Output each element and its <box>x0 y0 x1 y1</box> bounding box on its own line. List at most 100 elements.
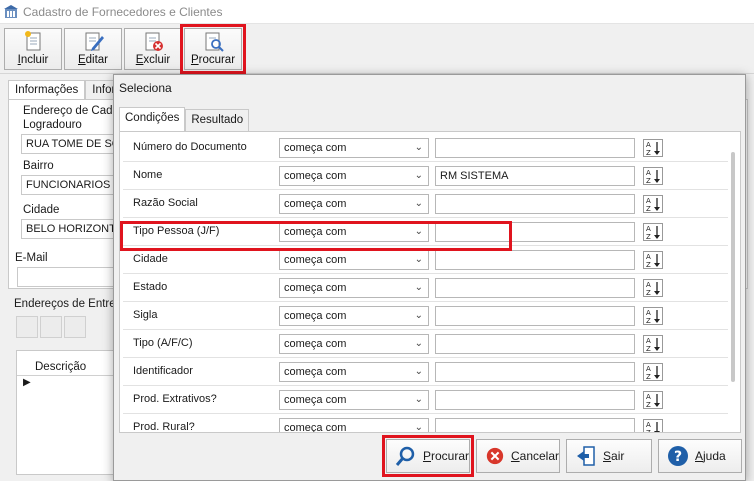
building-icon <box>4 4 18 18</box>
svg-text:A: A <box>646 253 651 261</box>
logradouro-label: Logradouro <box>23 119 82 131</box>
condition-value-input[interactable] <box>435 278 635 298</box>
svg-text:Z: Z <box>646 345 651 353</box>
tab-resultado[interactable]: Resultado <box>185 109 250 131</box>
operator-select[interactable]: começa com ⌄ <box>279 278 429 298</box>
operator-value: começa com <box>284 282 347 294</box>
incluir-button[interactable]: Incluir <box>4 28 62 70</box>
sort-az-icon[interactable]: AZ <box>643 307 663 325</box>
operator-select[interactable]: começa com ⌄ <box>279 306 429 326</box>
condition-field-label: Prod. Rural? <box>133 421 195 432</box>
operator-select[interactable]: começa com ⌄ <box>279 166 429 186</box>
condition-field-label: Estado <box>133 281 168 293</box>
operator-value: começa com <box>284 226 347 238</box>
condition-field-label: Tipo Pessoa (J/F) <box>133 225 220 237</box>
chevron-down-icon: ⌄ <box>414 366 423 377</box>
condition-value-input[interactable] <box>435 390 635 410</box>
svg-text:Z: Z <box>646 429 651 432</box>
operator-select[interactable]: começa com ⌄ <box>279 194 429 214</box>
new-document-icon <box>25 31 41 51</box>
sort-az-icon[interactable]: AZ <box>643 251 663 269</box>
operator-select[interactable]: começa com ⌄ <box>279 390 429 410</box>
main-toolbar: Incluir Editar Excluir Procurar <box>0 24 754 74</box>
svg-text:?: ? <box>674 449 682 465</box>
cidade-field[interactable]: BELO HORIZONTE <box>21 219 121 239</box>
tab-informacoes[interactable]: Informações <box>8 80 86 100</box>
search-icon <box>395 446 415 466</box>
sort-az-icon[interactable]: AZ <box>643 335 663 353</box>
chevron-down-icon: ⌄ <box>414 338 423 349</box>
cancelar-button[interactable]: Cancelar <box>476 439 560 473</box>
svg-text:A: A <box>646 421 651 429</box>
condition-row: Sigla começa com ⌄ A Z <box>123 302 728 330</box>
excluir-label: Excluir <box>135 54 171 66</box>
sort-az-icon[interactable]: AZ <box>643 195 663 213</box>
chevron-down-icon: ⌄ <box>414 254 423 265</box>
ajuda-button[interactable]: ? Ajuda <box>658 439 742 473</box>
bairro-field[interactable]: FUNCIONARIOS <box>21 175 121 195</box>
sair-button[interactable]: Sair <box>566 439 652 473</box>
svg-text:Z: Z <box>646 289 651 297</box>
dialog-procurar-label: Procurar <box>422 449 469 463</box>
edit-delivery-button[interactable] <box>40 316 62 338</box>
email-field[interactable] <box>17 267 121 287</box>
procurar-button[interactable]: Procurar <box>180 24 246 74</box>
condition-field-label: Prod. Extrativos? <box>133 393 217 405</box>
sort-az-icon[interactable]: AZ <box>643 279 663 297</box>
seleciona-dialog: Seleciona Condições Resultado Número do … <box>113 74 746 481</box>
row-pointer-icon: ▶ <box>23 377 31 388</box>
operator-value: começa com <box>284 198 347 210</box>
exit-door-icon <box>577 446 595 466</box>
delete-delivery-button[interactable] <box>64 316 86 338</box>
cidade-label: Cidade <box>23 204 60 216</box>
operator-select[interactable]: começa com ⌄ <box>279 418 429 432</box>
delivery-toolbar <box>16 316 86 344</box>
condition-value-input[interactable] <box>435 306 635 326</box>
sair-label: Sair <box>603 449 625 463</box>
condition-row: Razão Social começa com ⌄ A Z <box>123 190 728 218</box>
sort-az-icon[interactable]: AZ <box>643 223 663 241</box>
sort-az-icon[interactable]: AZ <box>643 363 663 381</box>
condition-field-label: Tipo (A/F/C) <box>133 337 193 349</box>
condition-value-input[interactable] <box>435 362 635 382</box>
tab-condicoes[interactable]: Condições <box>119 107 186 131</box>
sort-az-icon[interactable]: AZ <box>643 391 663 409</box>
condition-row: Nome começa com ⌄ RM SISTEMA A Z <box>123 162 728 190</box>
dialog-tabs: Condições Resultado <box>119 107 250 131</box>
operator-select[interactable]: começa com ⌄ <box>279 250 429 270</box>
add-delivery-button[interactable] <box>16 316 38 338</box>
operator-select[interactable]: começa com ⌄ <box>279 222 429 242</box>
sort-az-icon[interactable]: AZ <box>643 139 663 157</box>
chevron-down-icon: ⌄ <box>414 142 423 153</box>
procurar-label: Procurar <box>190 54 236 66</box>
condition-value-input[interactable] <box>435 194 635 214</box>
conditions-list: Número do Documento começa com ⌄ A Z Nome come… <box>123 134 728 432</box>
svg-text:Z: Z <box>646 401 651 409</box>
svg-text:Z: Z <box>646 317 651 325</box>
operator-value: começa com <box>284 170 347 182</box>
condition-row: Prod. Rural? começa com ⌄ AZ <box>123 414 728 432</box>
logradouro-field[interactable]: RUA TOME DE SOU <box>21 134 121 154</box>
condition-row: Estado começa com ⌄ A Z <box>123 274 728 302</box>
sort-az-icon[interactable]: AZ <box>643 167 663 185</box>
svg-text:Z: Z <box>646 373 651 381</box>
svg-text:A: A <box>646 393 651 401</box>
condition-value-input[interactable] <box>435 222 635 242</box>
condition-value-input[interactable] <box>435 418 635 432</box>
svg-text:Z: Z <box>646 149 651 157</box>
dialog-procurar-button[interactable]: Procurar <box>382 435 474 477</box>
vertical-scrollbar[interactable] <box>731 152 735 382</box>
condition-value-input[interactable]: RM SISTEMA <box>435 166 635 186</box>
operator-value: começa com <box>284 254 347 266</box>
operator-select[interactable]: começa com ⌄ <box>279 334 429 354</box>
condition-value-input[interactable] <box>435 334 635 354</box>
operator-select[interactable]: começa com ⌄ <box>279 362 429 382</box>
sort-az-icon[interactable]: AZ <box>643 419 663 432</box>
delete-document-icon <box>145 32 163 51</box>
excluir-button[interactable]: Excluir <box>124 28 182 70</box>
editar-button[interactable]: Editar <box>64 28 122 70</box>
svg-text:Z: Z <box>646 205 651 213</box>
condition-value-input[interactable] <box>435 138 635 158</box>
operator-select[interactable]: começa com ⌄ <box>279 138 429 158</box>
condition-value-input[interactable] <box>435 250 635 270</box>
